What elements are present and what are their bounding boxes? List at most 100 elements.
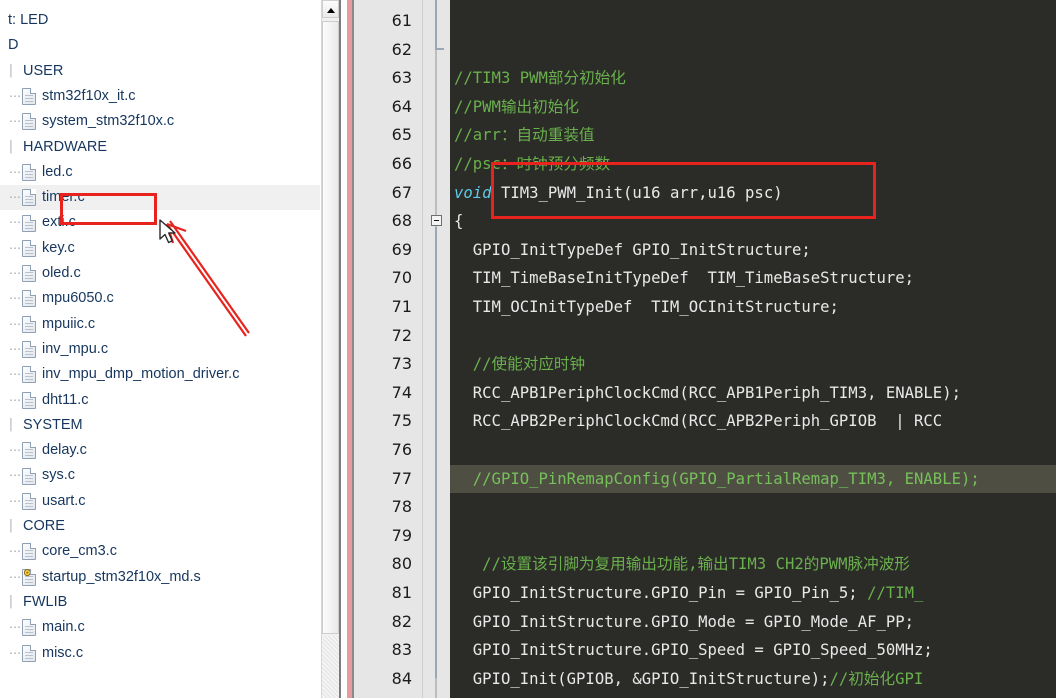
fold-guide-line	[435, 227, 437, 678]
tree-item-system-stm32f10x-c[interactable]: ⋯ system_stm32f10x.c	[0, 109, 320, 134]
code-editor[interactable]: 61 62 63 64 65 66 67 68 69 70 71 72 73 74 75 76 77 78 79 80…	[360, 0, 1056, 698]
line-number: 67	[391, 182, 412, 202]
code-token: GPIO_InitStructure.GPIO_Mode = GPIO_Mode…	[454, 612, 915, 631]
c-file-icon	[22, 113, 36, 131]
code-line[interactable]	[450, 522, 1056, 551]
code-line[interactable]: {	[450, 207, 1056, 236]
tree-item-timer-c[interactable]: ⋯ timer.c	[0, 185, 320, 211]
tree-item-startup-stm32f10x-md-s[interactable]: ⋯ startup_stm32f10x_md.s	[0, 565, 320, 590]
code-line[interactable]: //psc：时钟预分频数	[450, 150, 1056, 179]
tree-connector-icon: ⋯	[9, 493, 21, 508]
line-number: 71	[391, 297, 412, 316]
code-line[interactable]: GPIO_Init(GPIOB, &GPIO_InitStructure);//…	[450, 665, 1056, 694]
tree-expander-icon[interactable]: │	[8, 135, 17, 160]
code-line[interactable]: //arr：自动重装值	[450, 121, 1056, 150]
code-line[interactable]: TIM_TimeBaseInitTypeDef TIM_TimeBaseStru…	[450, 264, 1056, 293]
tree-item-label: startup_stm32f10x_md.s	[42, 568, 201, 585]
code-token: //使能对应时钟	[454, 355, 586, 374]
tree-item-label: misc.c	[42, 644, 84, 661]
tree-item-label: main.c	[42, 619, 85, 636]
code-line[interactable]: GPIO_InitStructure.GPIO_Mode = GPIO_Mode…	[450, 608, 1056, 637]
code-token: //TIM_	[867, 584, 924, 602]
pane-divider[interactable]	[339, 0, 360, 698]
code-line[interactable]	[450, 36, 1056, 65]
project-tree-scrollbar[interactable]	[321, 0, 339, 698]
line-number: 85	[360, 693, 412, 698]
tree-item-inv-mpu-dmp-motion-driver-c[interactable]: ⋯ inv_mpu_dmp_motion_driver.c	[0, 362, 320, 387]
tree-group-fwlib[interactable]: │ FWLIB	[0, 590, 320, 615]
tree-item-t-led[interactable]: t: LED	[0, 8, 320, 33]
scroll-up-arrow-icon[interactable]	[322, 0, 339, 18]
tree-item-led-c[interactable]: ⋯ led.c	[0, 160, 320, 185]
code-folding-column[interactable]	[422, 0, 450, 698]
tree-connector-icon: ⋯	[9, 392, 21, 407]
code-token: //GPIO_PinRemapConfig(GPIO_PartialRemap_…	[454, 469, 980, 488]
tree-item-exti-c[interactable]: ⋯ exti.c	[0, 210, 320, 235]
code-line[interactable]: GPIO_InitStructure.GPIO_Pin = GPIO_Pin_5…	[450, 579, 1056, 608]
tree-item-label: exti.c	[42, 214, 76, 231]
code-token: GPIO_Init(GPIOB, &GPIO_InitStructure);	[454, 669, 830, 688]
code-line[interactable]	[450, 436, 1056, 465]
code-line[interactable]: void TIM3_PWM_Init(u16 arr,u16 psc)	[450, 179, 1056, 208]
code-token: GPIO_InitTypeDef GPIO_InitStructure;	[454, 240, 811, 259]
tree-item-dht11-c[interactable]: ⋯ dht11.c	[0, 388, 320, 413]
code-token: //设置该引脚为复用输出功能,输出TIM3 CH2的PWM脉冲波形	[454, 555, 910, 574]
code-line[interactable]: RCC_APB1PeriphClockCmd(RCC_APB1Periph_TI…	[450, 379, 1056, 408]
scrollbar-thumb[interactable]	[322, 21, 339, 634]
c-file-icon	[22, 163, 36, 181]
tree-item-stm32f10x-it-c[interactable]: ⋯ stm32f10x_it.c	[0, 84, 320, 109]
tree-item-d[interactable]: D	[0, 33, 320, 58]
tree-item-label: system_stm32f10x.c	[42, 113, 175, 130]
tree-item-sys-c[interactable]: ⋯ sys.c	[0, 463, 320, 488]
code-line[interactable]	[450, 693, 1056, 698]
code-text-area[interactable]: //TIM3 PWM部分初始化 //PWM输出初始化 //arr：自动重装值 //ps…	[450, 0, 1056, 698]
code-line[interactable]	[450, 493, 1056, 522]
tree-item-usart-c[interactable]: ⋯ usart.c	[0, 489, 320, 514]
project-tree-pane[interactable]: t: LED D │ USER ⋯ stm32f10x_it.c ⋯ system_stm32…	[0, 0, 320, 698]
c-file-icon	[22, 88, 36, 106]
code-line[interactable]: //PWM输出初始化	[450, 93, 1056, 122]
tree-item-label: stm32f10x_it.c	[42, 87, 136, 104]
line-number: 79	[391, 525, 412, 545]
code-line[interactable]: TIM_OCInitTypeDef TIM_OCInitStructure;	[450, 293, 1056, 322]
tree-item-misc-c[interactable]: ⋯ misc.c	[0, 641, 320, 666]
tree-item-main-c[interactable]: ⋯ main.c	[0, 615, 320, 640]
line-number: 76	[391, 440, 412, 459]
code-line[interactable]: //设置该引脚为复用输出功能,输出TIM3 CH2的PWM脉冲波形	[450, 550, 1056, 579]
code-line[interactable]	[450, 7, 1056, 36]
code-line[interactable]: //TIM3 PWM部分初始化	[450, 64, 1056, 93]
tree-expander-icon[interactable]: │	[8, 59, 17, 84]
code-token: //arr：自动重装值	[454, 126, 595, 145]
tree-item-mpu6050-c[interactable]: ⋯ mpu6050.c	[0, 286, 320, 311]
tree-group-hardware[interactable]: │ HARDWARE	[0, 135, 320, 160]
tree-item-label: HARDWARE	[23, 138, 108, 155]
code-line[interactable]	[450, 322, 1056, 351]
tree-group-user[interactable]: │ USER	[0, 59, 320, 84]
tree-item-oled-c[interactable]: ⋯ oled.c	[0, 261, 320, 286]
tree-item-inv-mpu-c[interactable]: ⋯ inv_mpu.c	[0, 337, 320, 362]
tree-expander-icon[interactable]: │	[8, 514, 17, 539]
tree-expander-icon[interactable]: │	[8, 413, 17, 438]
tree-item-delay-c[interactable]: ⋯ delay.c	[0, 438, 320, 463]
tree-item-label: dht11.c	[42, 391, 89, 408]
tree-group-system[interactable]: │ SYSTEM	[0, 413, 320, 438]
scrollbar-track[interactable]	[322, 636, 339, 698]
tree-connector-icon: ⋯	[9, 620, 21, 635]
ide-window: t: LED D │ USER ⋯ stm32f10x_it.c ⋯ system_stm32…	[0, 0, 1056, 698]
code-token: //初始化GPI	[829, 669, 924, 688]
code-line[interactable]: //GPIO_PinRemapConfig(GPIO_PartialRemap_…	[450, 464, 1056, 494]
tree-group-core[interactable]: │ CORE	[0, 514, 320, 539]
tree-item-label: D	[8, 37, 19, 54]
code-line[interactable]: RCC_APB2PeriphClockCmd(RCC_APB2Periph_GP…	[450, 407, 1056, 436]
line-number: 73	[391, 354, 412, 374]
tree-expander-icon[interactable]: │	[8, 590, 17, 615]
code-line[interactable]: GPIO_InitStructure.GPIO_Speed = GPIO_Spe…	[450, 636, 1056, 665]
code-line[interactable]: GPIO_InitTypeDef GPIO_InitStructure;	[450, 236, 1056, 265]
tree-item-key-c[interactable]: ⋯ key.c	[0, 236, 320, 261]
code-token: {	[454, 212, 464, 231]
fold-collapse-icon[interactable]	[431, 215, 442, 227]
code-line[interactable]: //使能对应时钟	[450, 350, 1056, 379]
line-number: 70	[391, 268, 412, 288]
tree-item-mpuiic-c[interactable]: ⋯ mpuiic.c	[0, 312, 320, 337]
tree-item-core-cm3-c[interactable]: ⋯ core_cm3.c	[0, 539, 320, 564]
